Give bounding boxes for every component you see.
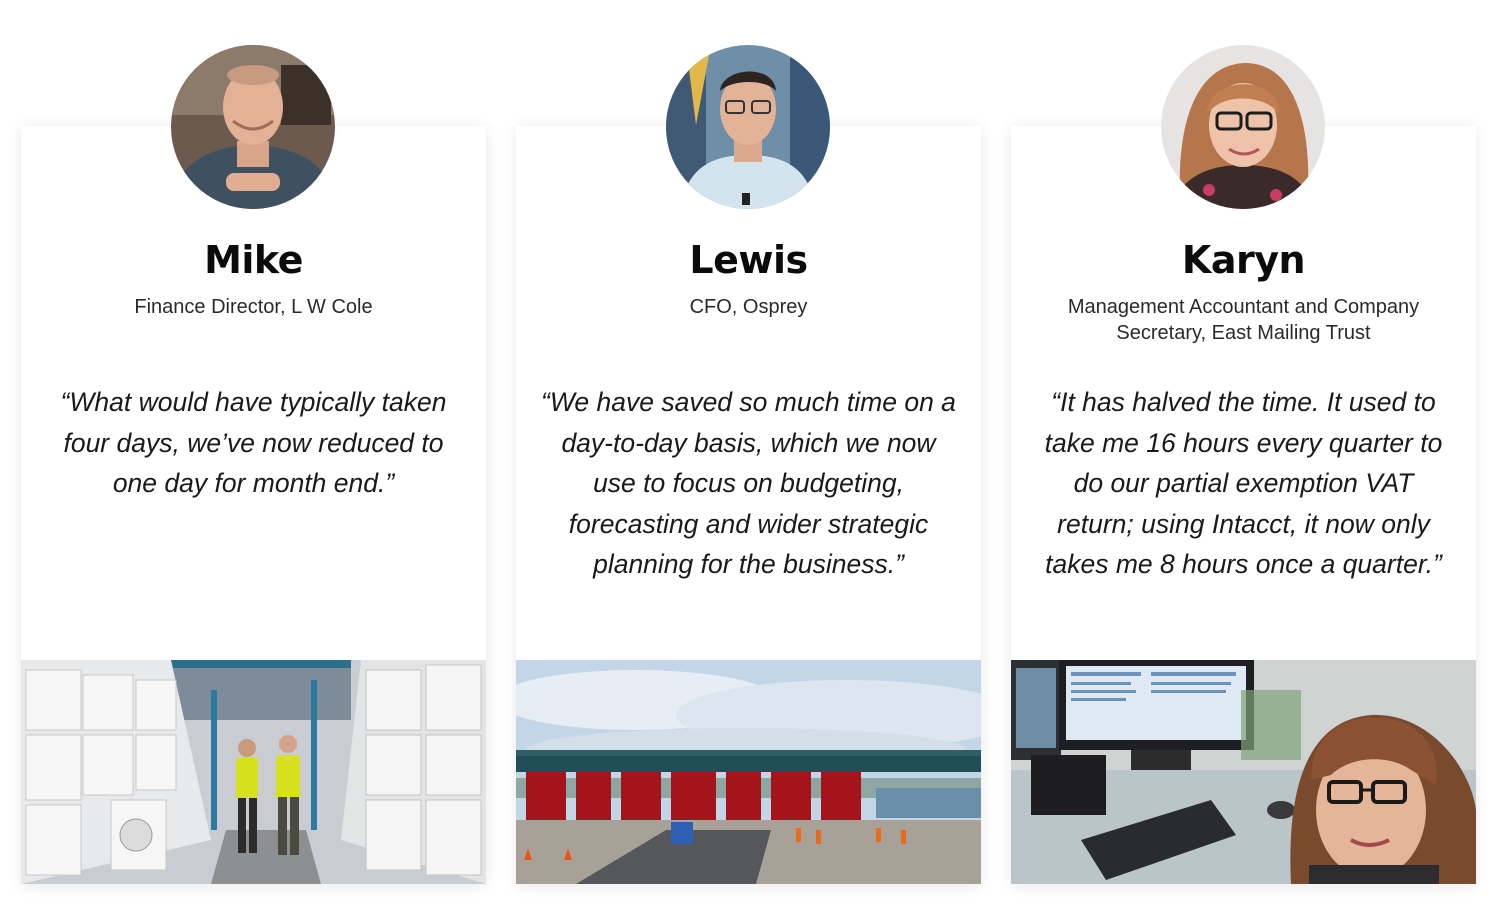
testimonial-card-lewis: Lewis CFO, Osprey “We have saved so much… (516, 126, 981, 884)
avatar-lewis (666, 45, 830, 209)
person-name: Mike (204, 238, 303, 282)
testimonial-card-mike: Mike Finance Director, L W Cole “What wo… (21, 126, 486, 884)
office-desk-photo (1011, 660, 1476, 884)
bridge-photo (516, 660, 981, 884)
testimonial-card-karyn: Karyn Management Accountant and Company … (1011, 126, 1476, 884)
avatar-mike (171, 45, 335, 209)
person-role: Management Accountant and Company Secret… (1067, 296, 1420, 344)
person-name: Karyn (1181, 238, 1306, 282)
person-role: CFO, Osprey (689, 296, 808, 318)
warehouse-photo (21, 660, 486, 884)
testimonial-quote: “It has halved the time. It used to take… (1044, 387, 1443, 579)
avatar-karyn (1161, 45, 1325, 209)
person-name: Lewis (689, 238, 808, 282)
person-role: Finance Director, L W Cole (134, 296, 373, 318)
testimonial-quote: “We have saved so much time on a day-to-… (541, 387, 956, 579)
testimonial-quote: “What would have typically taken four da… (60, 387, 447, 498)
